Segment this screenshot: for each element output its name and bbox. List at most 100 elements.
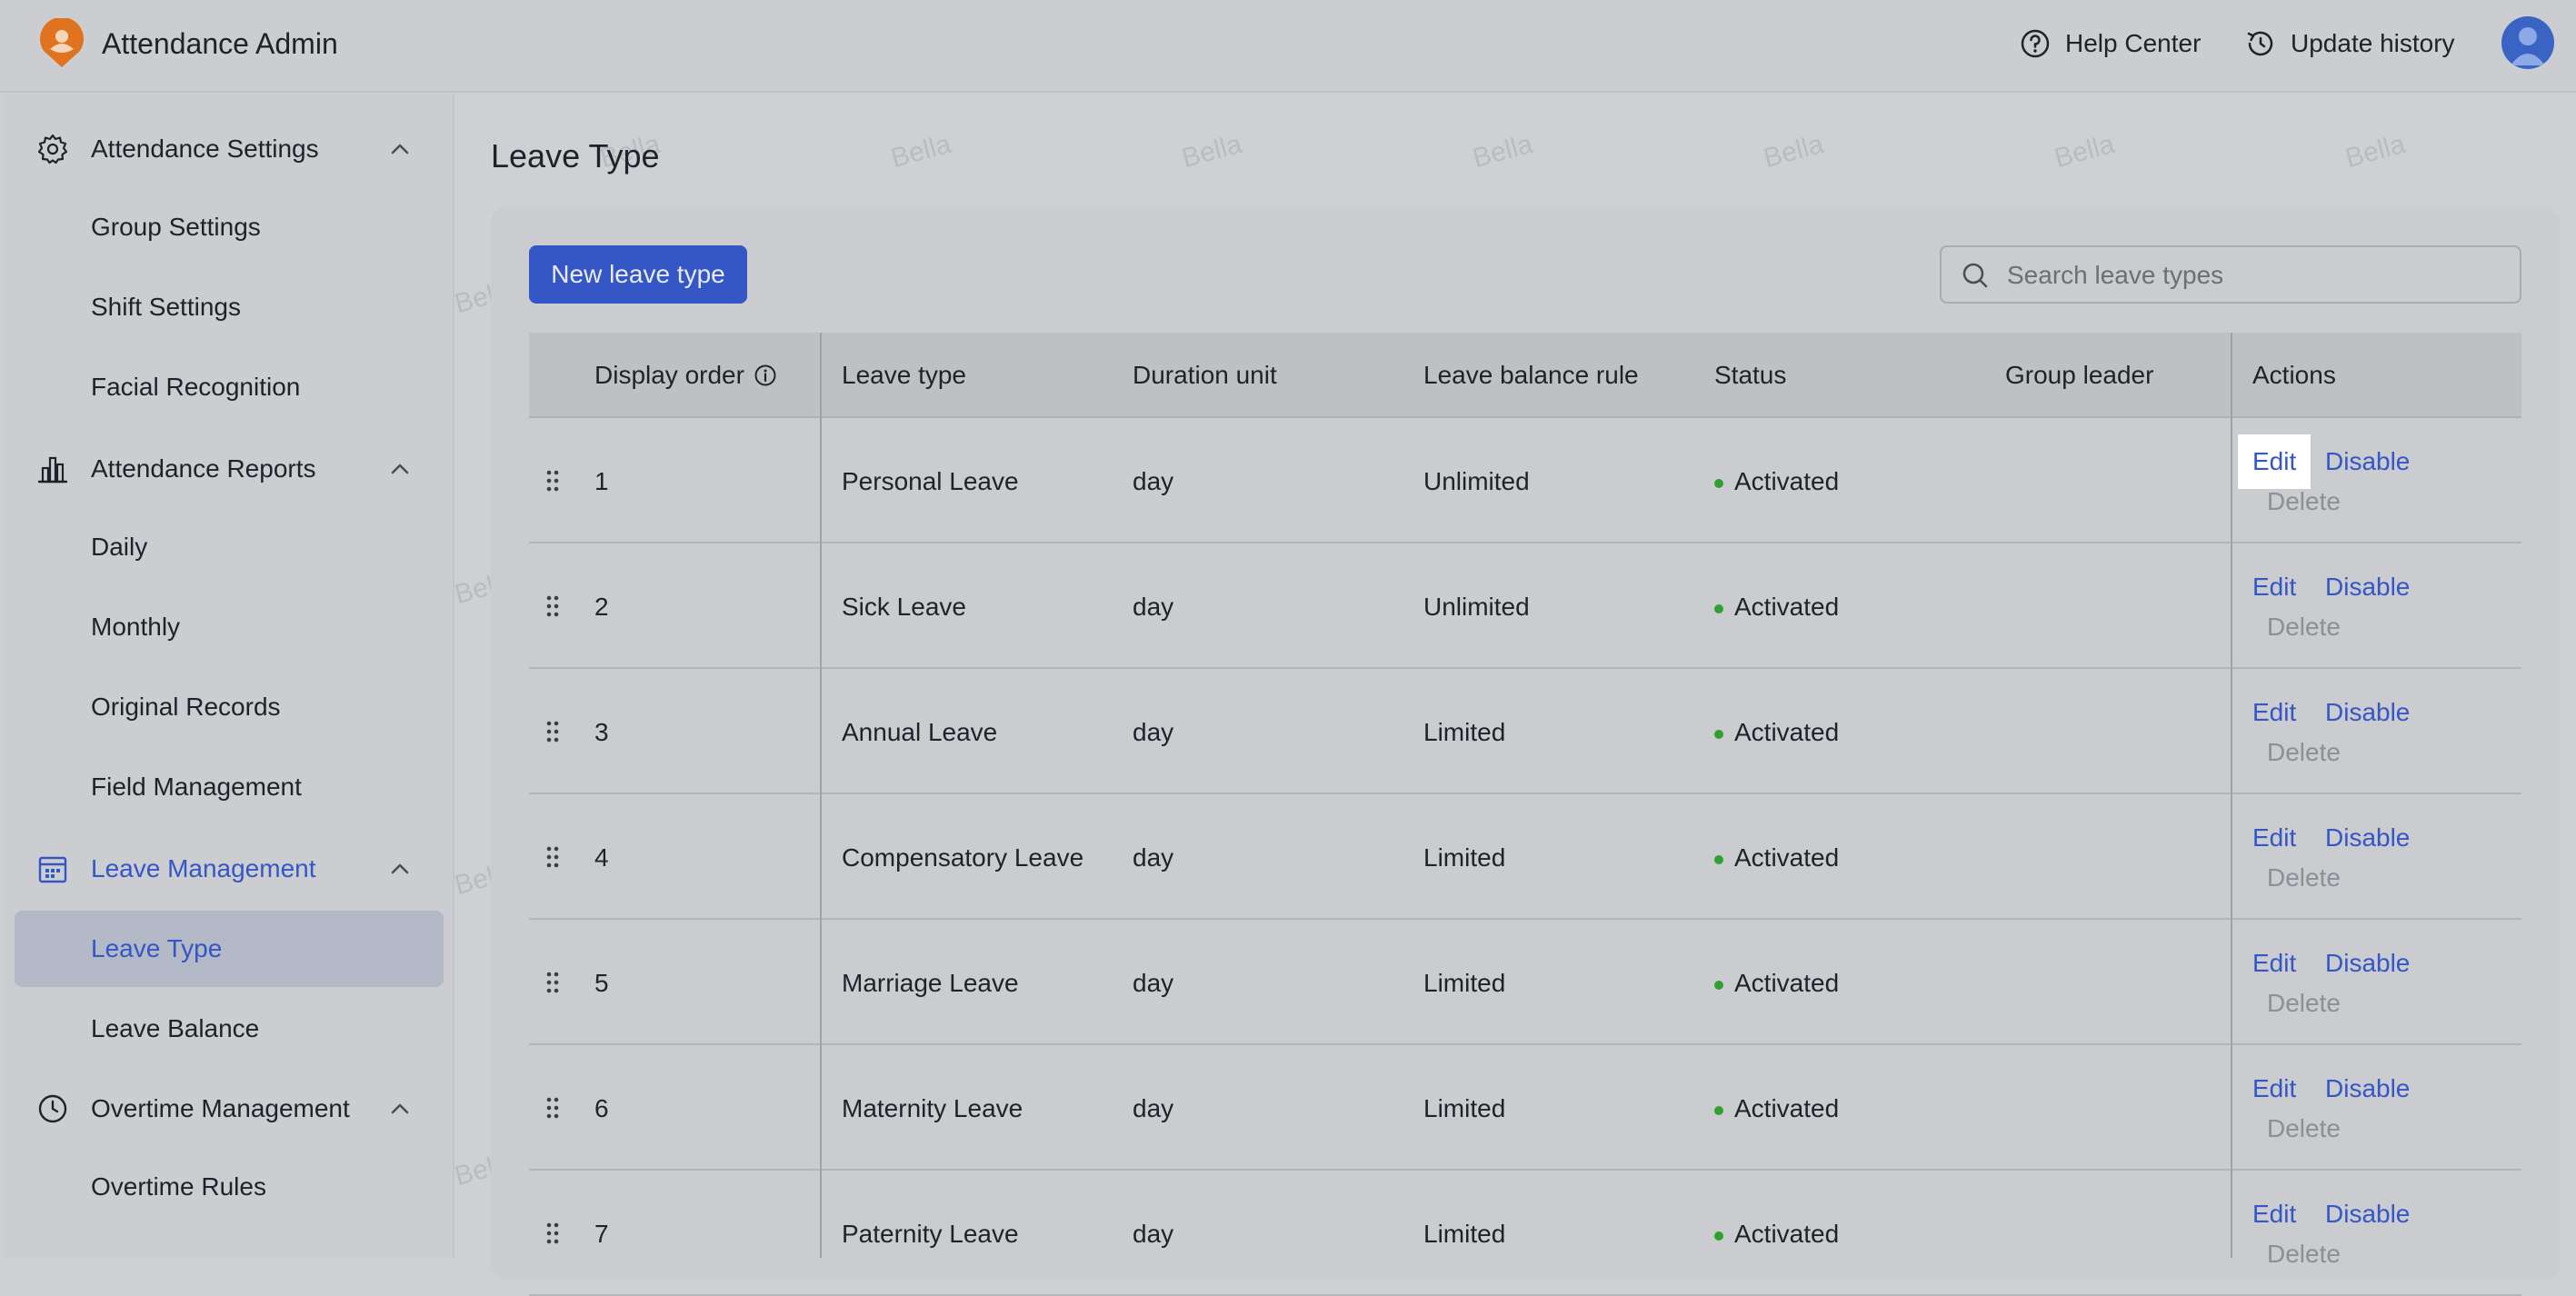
sidebar-item-shift-settings[interactable]: Shift Settings [15, 269, 444, 345]
sidebar-group-label: Leave Management [91, 854, 316, 882]
edit-button[interactable]: Edit [2252, 569, 2296, 605]
column-divider [820, 333, 822, 1258]
column-header-actions: Actions [2252, 361, 2336, 389]
table-row: 6 Maternity Leave day Limited Activated Edit D… [529, 1045, 2521, 1171]
drag-handle-icon[interactable] [544, 467, 562, 494]
column-header-duration-unit: Duration unit [1133, 361, 1277, 389]
leave-balance-rule-cell: Unlimited [1423, 593, 1530, 621]
duration-unit-cell: day [1133, 718, 1174, 746]
watermark-text: Bella [2341, 128, 2409, 174]
display-order-cell: 6 [594, 1094, 609, 1122]
disable-button[interactable]: Disable [2325, 1071, 2410, 1107]
drag-handle-icon[interactable] [544, 593, 562, 620]
display-order-cell: 5 [594, 969, 609, 997]
leave-balance-rule-cell: Limited [1423, 1094, 1506, 1122]
chevron-up-icon[interactable] [385, 135, 414, 164]
sidebar: Attendance Settings Group Settings Shift… [4, 95, 454, 1258]
sidebar-item-leave-type[interactable]: Leave Type [15, 911, 444, 987]
sidebar-group-label: Attendance Settings [91, 135, 319, 163]
chevron-up-icon[interactable] [385, 454, 414, 484]
status-cell: Activated [1714, 464, 1839, 500]
edit-button[interactable]: Edit [2252, 1071, 2296, 1107]
table-row: 4 Compensatory Leave day Limited Activated Ed… [529, 794, 2521, 920]
status-cell: Activated [1714, 1216, 1839, 1252]
delete-button[interactable]: Delete [2267, 609, 2341, 645]
sidebar-item-daily[interactable]: Daily [15, 509, 444, 585]
disable-button[interactable]: Disable [2325, 444, 2410, 480]
calendar-icon [38, 856, 67, 883]
avatar[interactable] [2501, 16, 2554, 69]
update-history-label: Update history [2291, 29, 2455, 57]
sidebar-group-overtime-management[interactable]: Overtime Management [4, 1069, 454, 1149]
delete-button[interactable]: Delete [2267, 484, 2341, 520]
sidebar-item-overtime-rules[interactable]: Overtime Rules [15, 1149, 444, 1225]
sidebar-item-group-settings[interactable]: Group Settings [15, 189, 444, 265]
disable-button[interactable]: Disable [2325, 820, 2410, 856]
edit-button[interactable]: Edit [2252, 945, 2296, 982]
table-row: 5 Marriage Leave day Limited Activated Edit Di… [529, 920, 2521, 1045]
delete-button[interactable]: Delete [2267, 985, 2341, 1022]
duration-unit-cell: day [1133, 969, 1174, 997]
status-cell: Activated [1714, 589, 1839, 625]
drag-handle-icon[interactable] [544, 843, 562, 871]
table-row: 3 Annual Leave day Limited Activated Edit Disa… [529, 669, 2521, 794]
sidebar-group-attendance-reports[interactable]: Attendance Reports [4, 429, 454, 509]
drag-handle-icon[interactable] [544, 969, 562, 996]
status-cell: Activated [1714, 1091, 1839, 1127]
drag-handle-icon[interactable] [544, 1220, 562, 1247]
watermark-text: Bella [887, 128, 954, 174]
update-history-link[interactable]: Update history [2245, 25, 2455, 62]
drag-handle-icon[interactable] [544, 718, 562, 745]
sidebar-item-original-records[interactable]: Original Records [15, 669, 444, 745]
new-leave-type-button[interactable]: New leave type [529, 245, 747, 304]
column-divider [2231, 333, 2232, 1258]
duration-unit-cell: day [1133, 593, 1174, 621]
leave-type-cell: Personal Leave [842, 467, 1019, 495]
chevron-up-icon[interactable] [385, 1094, 414, 1123]
edit-button[interactable]: Edit [2252, 1196, 2296, 1232]
status-dot-icon [1714, 1231, 1723, 1241]
help-center-label: Help Center [2065, 29, 2202, 57]
sidebar-group-leave-management[interactable]: Leave Management [4, 829, 454, 909]
sidebar-item-field-management[interactable]: Field Management [15, 749, 444, 825]
duration-unit-cell: day [1133, 1220, 1174, 1248]
user-icon [2511, 27, 2545, 65]
disable-button[interactable]: Disable [2325, 1196, 2410, 1232]
display-order-cell: 4 [594, 843, 609, 872]
column-header-group-leader: Group leader [2005, 361, 2154, 389]
column-header-display-order: Display order [594, 333, 777, 418]
disable-button[interactable]: Disable [2325, 694, 2410, 731]
app-logo-icon [40, 18, 84, 67]
delete-button[interactable]: Delete [2267, 734, 2341, 771]
duration-unit-cell: day [1133, 1094, 1174, 1122]
sidebar-group-attendance-settings[interactable]: Attendance Settings [4, 109, 454, 189]
sidebar-item-facial-recognition[interactable]: Facial Recognition [15, 349, 444, 425]
status-badge: Activated [1734, 593, 1840, 621]
delete-button[interactable]: Delete [2267, 860, 2341, 896]
edit-button[interactable]: Edit [2238, 434, 2311, 489]
history-icon [2247, 31, 2273, 56]
chevron-up-icon[interactable] [385, 854, 414, 883]
sidebar-group-label: Attendance Reports [91, 454, 316, 483]
sidebar-item-leave-balance[interactable]: Leave Balance [15, 991, 444, 1067]
delete-button[interactable]: Delete [2267, 1111, 2341, 1147]
leave-type-cell: Maternity Leave [842, 1094, 1023, 1122]
status-badge: Activated [1734, 969, 1840, 997]
leave-balance-rule-cell: Limited [1423, 1220, 1506, 1248]
status-badge: Activated [1734, 467, 1840, 495]
help-center-link[interactable]: Help Center [2020, 25, 2201, 62]
drag-handle-icon[interactable] [544, 1094, 562, 1122]
disable-button[interactable]: Disable [2325, 569, 2410, 605]
sidebar-item-monthly[interactable]: Monthly [15, 589, 444, 665]
watermark-text: Bella [2051, 128, 2118, 174]
search-input[interactable] [2005, 256, 2500, 294]
display-order-cell: 3 [594, 718, 609, 746]
edit-button[interactable]: Edit [2252, 694, 2296, 731]
leave-balance-rule-cell: Limited [1423, 718, 1506, 746]
delete-button[interactable]: Delete [2267, 1236, 2341, 1272]
search-box [1940, 245, 2521, 304]
disable-button[interactable]: Disable [2325, 945, 2410, 982]
search-icon [1962, 263, 1988, 288]
info-icon[interactable] [754, 364, 777, 387]
edit-button[interactable]: Edit [2252, 820, 2296, 856]
